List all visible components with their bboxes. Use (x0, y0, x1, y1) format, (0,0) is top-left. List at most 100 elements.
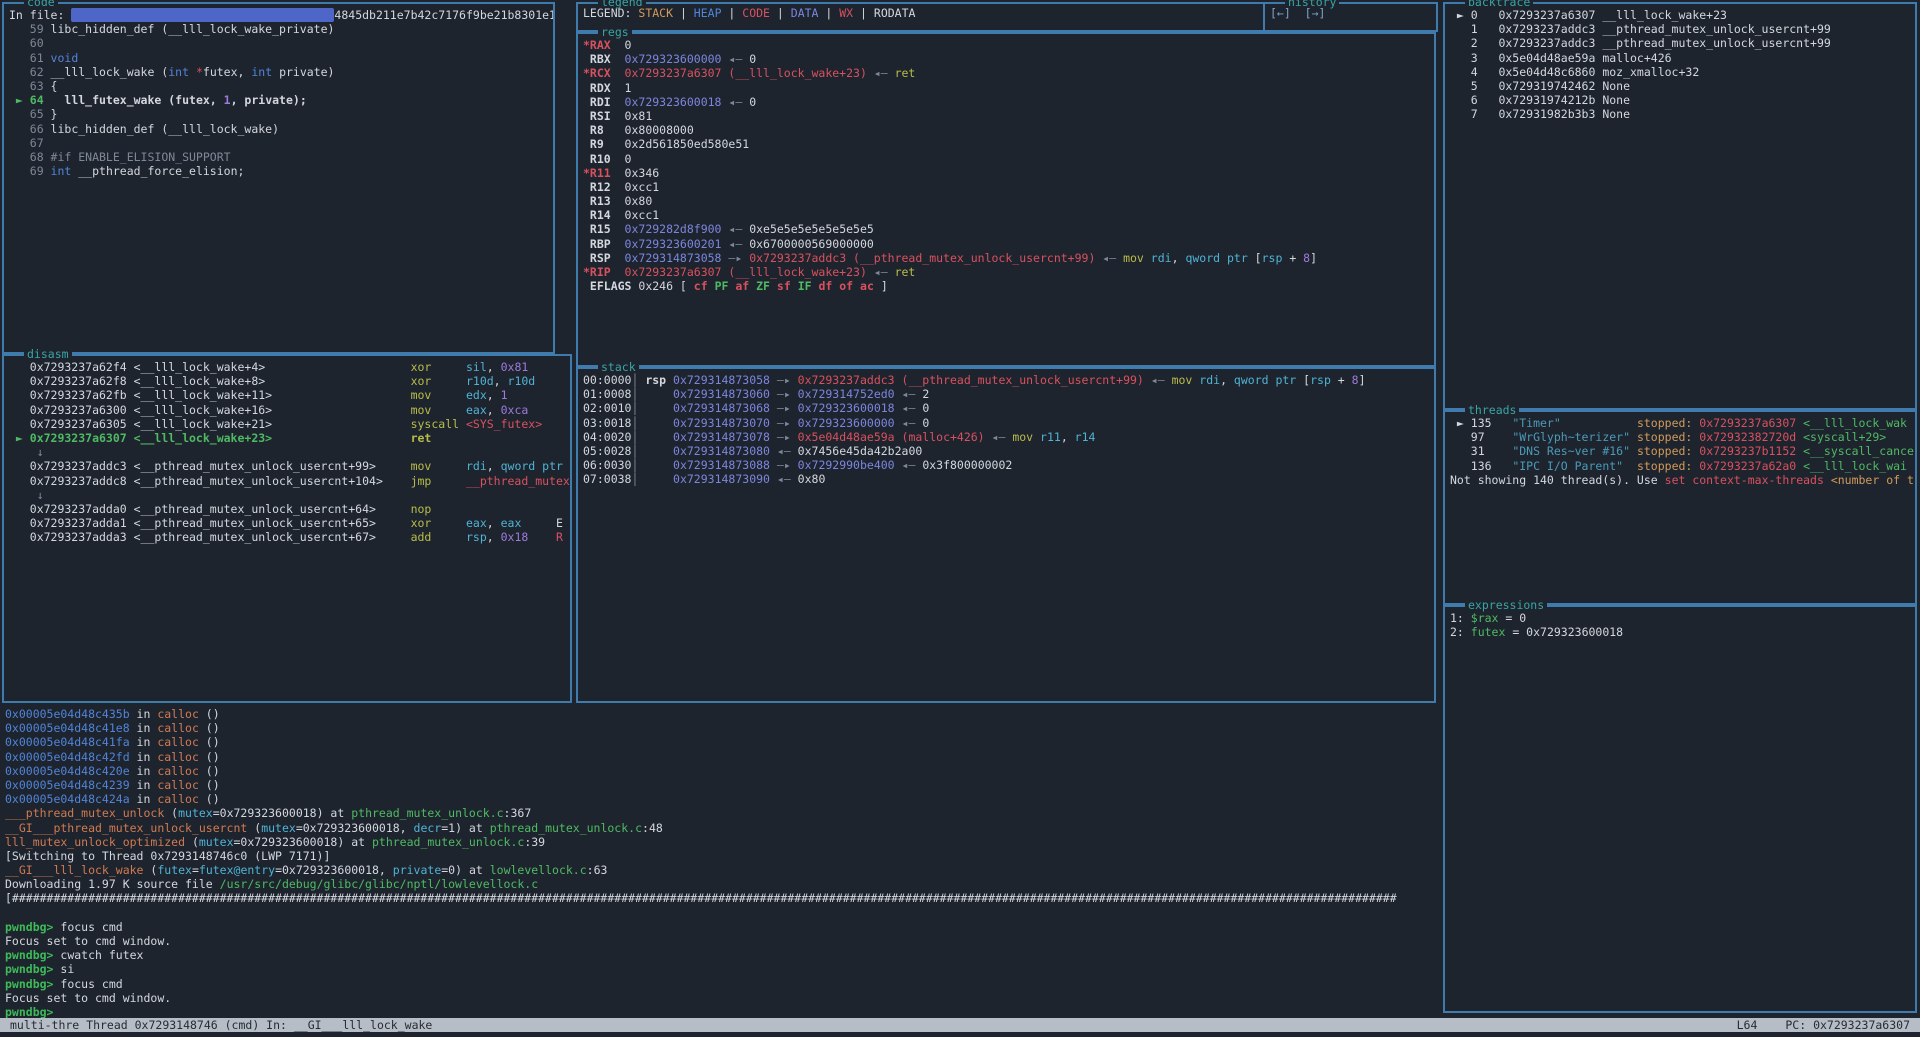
line: 06:0030│ 0x729314873088 —▸ 0x7292990be40… (583, 458, 1434, 472)
line: 66 libc_hidden_def (__lll_lock_wake) (9, 122, 553, 136)
line: 0x7293237a62fb <__lll_lock_wake+11> mov … (9, 388, 570, 402)
history-panel-content: [←] [→] (1265, 4, 1436, 30)
line: pwndbg> focus cmd (5, 920, 1445, 934)
line: 00:0000│ rsp 0x729314873058 —▸ 0x7293237… (583, 373, 1434, 387)
line: *RIP 0x7293237a6307 (__lll_lock_wake+23)… (583, 265, 1434, 279)
line: 05:0028│ 0x729314873080 ◂— 0x7456e45da42… (583, 444, 1434, 458)
command-output[interactable]: 0x00005e04d48c435b in calloc ()0x00005e0… (0, 703, 1445, 1022)
line: R13 0x80 (583, 194, 1434, 208)
legend-panel-content: LEGEND: STACK | HEAP | CODE | DATA | WX … (578, 4, 1263, 30)
line: 63 { (9, 79, 553, 93)
status-bar-right: L64 PC: 0x7293237a6307 (1737, 1018, 1910, 1032)
line: 0x00005e04d48c4239 in calloc () (5, 778, 1445, 792)
line: 0x00005e04d48c435b in calloc () (5, 707, 1445, 721)
line: RBX 0x729323600000 ◂— 0 (583, 52, 1434, 66)
line: RSI 0x81 (583, 109, 1434, 123)
line: 0x00005e04d48c41e8 in calloc () (5, 721, 1445, 735)
line: pwndbg> (5, 1005, 1445, 1019)
line: lll_mutex_unlock_optimized (mutex=0x7293… (5, 835, 1445, 849)
line: Focus set to cmd window. (5, 991, 1445, 1005)
line: __GI___lll_lock_wake (futex=futex@entry=… (5, 863, 1445, 877)
line (5, 906, 1445, 920)
line: pwndbg> focus cmd (5, 977, 1445, 991)
line: ► 0x7293237a6307 <__lll_lock_wake+23> re… (9, 431, 570, 445)
line: ► 0 0x7293237a6307 __lll_lock_wake+23 (1450, 8, 1915, 22)
line: 1 0x7293237addc3 __pthread_mutex_unlock_… (1450, 22, 1915, 36)
line: Not showing 140 thread(s). Use set conte… (1450, 473, 1915, 487)
line: ↓ (9, 445, 570, 459)
disasm-panel: disasm 0x7293237a62f4 <__lll_lock_wake+4… (2, 354, 572, 703)
history-panel: history [←] [→] (1263, 2, 1438, 32)
line: 62 __lll_lock_wake (int *futex, int priv… (9, 65, 553, 79)
expressions-panel: expressions 1: $rax = 02: futex = 0x7293… (1443, 605, 1917, 1013)
line: 3 0x5e04d48ae59a malloc+426 (1450, 51, 1915, 65)
line: ► 64 lll_futex_wake (futex, 1, private); (9, 93, 553, 107)
code-panel: code In file: 4845db211e7b42c7176f9be21b… (2, 2, 555, 354)
line: 97 "WrGlyph~terizer" stopped: 0x72932382… (1450, 430, 1915, 444)
line: 136 "IPC I/O Parent" stopped: 0x7293237a… (1450, 459, 1915, 473)
line: 2: futex = 0x729323600018 (1450, 625, 1915, 639)
line: 0x7293237addc8 <__pthread_mutex_unlock_u… (9, 474, 570, 488)
status-pc-indicator: PC: 0x7293237a6307 (1785, 1018, 1910, 1032)
line: ↓ (9, 488, 570, 502)
line: 02:0010│ 0x729314873068 —▸ 0x72932360001… (583, 401, 1434, 415)
line: [Switching to Thread 0x7293148746c0 (LWP… (5, 849, 1445, 863)
line: [#######################################… (5, 891, 1445, 905)
line: R12 0xcc1 (583, 180, 1434, 194)
line: pwndbg> cwatch futex (5, 948, 1445, 962)
threads-panel-content: ► 135 "Timer" stopped: 0x7293237a6307 <_… (1445, 412, 1915, 603)
registers-panel: regs *RAX 0 RBX 0x729323600000 ◂— 0*RCX … (576, 32, 1436, 367)
line: Focus set to cmd window. (5, 934, 1445, 948)
line: ► 135 "Timer" stopped: 0x7293237a6307 <_… (1450, 416, 1915, 430)
disasm-panel-content: 0x7293237a62f4 <__lll_lock_wake+4> xor s… (4, 356, 570, 701)
line: 0x7293237adda3 <__pthread_mutex_unlock_u… (9, 530, 570, 544)
line: 60 (9, 36, 553, 50)
line: R8 0x80008000 (583, 123, 1434, 137)
line: 0x7293237a62f8 <__lll_lock_wake+8> xor r… (9, 374, 570, 388)
line: 61 void (9, 51, 553, 65)
line: 0x7293237a6300 <__lll_lock_wake+16> mov … (9, 403, 570, 417)
status-bar: multi-thre Thread 0x7293148746 (cmd) In:… (0, 1018, 1920, 1032)
line: 1: $rax = 0 (1450, 611, 1915, 625)
line: R15 0x729282d8f900 ◂— 0xe5e5e5e5e5e5e5e5 (583, 222, 1434, 236)
line: 67 (9, 136, 553, 150)
backtrace-panel-content: ► 0 0x7293237a6307 __lll_lock_wake+23 1 … (1445, 4, 1915, 408)
line: 0x7293237addc3 <__pthread_mutex_unlock_u… (9, 459, 570, 473)
line: LEGEND: STACK | HEAP | CODE | DATA | WX … (583, 6, 1263, 20)
line: 0x7293237a6305 <__lll_lock_wake+21> sysc… (9, 417, 570, 431)
line: 2 0x7293237addc3 __pthread_mutex_unlock_… (1450, 36, 1915, 50)
line: 0x00005e04d48c42fd in calloc () (5, 750, 1445, 764)
line: EFLAGS 0x246 [ cf PF af ZF sf IF df of a… (583, 279, 1434, 293)
line: 0x7293237a62f4 <__lll_lock_wake+4> xor s… (9, 360, 570, 374)
line: 01:0008│ 0x729314873060 —▸ 0x729314752ed… (583, 387, 1434, 401)
registers-panel-content: *RAX 0 RBX 0x729323600000 ◂— 0*RCX 0x729… (578, 34, 1434, 365)
line: 5 0x729319742462 None (1450, 79, 1915, 93)
line: R9 0x2d561850ed580e51 (583, 137, 1434, 151)
line: ___pthread_mutex_unlock (mutex=0x7293236… (5, 806, 1445, 820)
history-forward-button[interactable]: [→] (1305, 6, 1326, 20)
pwndbg-tui: code In file: 4845db211e7b42c7176f9be21b… (0, 0, 1920, 1037)
history-button-gap (1291, 6, 1305, 20)
line: RDX 1 (583, 81, 1434, 95)
line: pwndbg> si (5, 962, 1445, 976)
line: 0x7293237adda0 <__pthread_mutex_unlock_u… (9, 502, 570, 516)
line: RSP 0x729314873058 —▸ 0x7293237addc3 (__… (583, 251, 1434, 265)
line: 07:0038│ 0x729314873090 ◂— 0x80 (583, 472, 1434, 486)
status-bar-thread-info: multi-thre Thread 0x7293148746 (cmd) In:… (10, 1018, 432, 1032)
line: 0x7293237adda1 <__pthread_mutex_unlock_u… (9, 516, 570, 530)
line: 65 } (9, 107, 553, 121)
line: RDI 0x729323600018 ◂— 0 (583, 95, 1434, 109)
expressions-panel-content: 1: $rax = 02: futex = 0x729323600018 (1445, 607, 1915, 1011)
line: R10 0 (583, 152, 1434, 166)
line: In file: 4845db211e7b42c7176f9be21b8301e… (9, 8, 553, 22)
line: 0x00005e04d48c420e in calloc () (5, 764, 1445, 778)
line: 04:0020│ 0x729314873078 —▸ 0x5e04d48ae59… (583, 430, 1434, 444)
line: 0x00005e04d48c424a in calloc () (5, 792, 1445, 806)
status-line-indicator: L64 (1737, 1018, 1758, 1032)
backtrace-panel: backtrace ► 0 0x7293237a6307 __lll_lock_… (1443, 2, 1917, 410)
line: 6 0x72931974212b None (1450, 93, 1915, 107)
stack-panel-content: 00:0000│ rsp 0x729314873058 —▸ 0x7293237… (578, 369, 1434, 701)
line: 03:0018│ 0x729314873070 —▸ 0x72932360000… (583, 416, 1434, 430)
history-back-button[interactable]: [←] (1270, 6, 1291, 20)
line: 7 0x72931982b3b3 None (1450, 107, 1915, 121)
